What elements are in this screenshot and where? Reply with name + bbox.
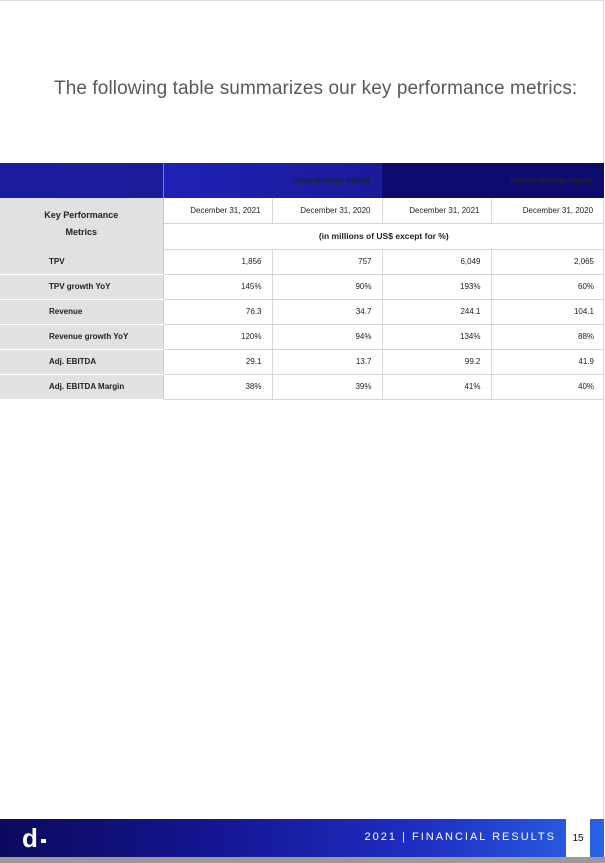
table-row: Adj. EBITDA Margin 38% 39% 41% 40% <box>0 374 605 400</box>
table-row: TPV growth YoY 145% 90% 193% 60% <box>0 274 605 300</box>
value-cell: 13.7 <box>272 349 383 375</box>
header-twelve-months: Twelve months ended <box>382 163 605 198</box>
value-cell: 134% <box>382 324 492 350</box>
table-header-row: Three months ended Twelve months ended <box>0 163 605 198</box>
table-row: TPV 1,856 757 6,049 2,065 <box>0 249 605 275</box>
header-blank-cell <box>0 163 164 198</box>
value-cell: 244.1 <box>382 299 492 325</box>
page-number: 15 <box>566 819 590 857</box>
footer-bar: d 2021 | FINANCIAL RESULTS 15 <box>0 819 604 857</box>
value-cell: 34.7 <box>272 299 383 325</box>
page-border <box>0 0 604 857</box>
value-cell: 29.1 <box>163 349 273 375</box>
company-logo: d <box>22 822 46 854</box>
row-label: TPV <box>0 249 164 275</box>
date-cell: December 31, 2020 <box>491 198 605 224</box>
table-row: Revenue 76.3 34.7 244.1 104.1 <box>0 299 605 325</box>
value-cell: 38% <box>163 374 273 400</box>
footer-title: 2021 | FINANCIAL RESULTS <box>364 831 556 843</box>
value-cell: 6,049 <box>382 249 492 275</box>
intro-text: The following table summarizes our key p… <box>54 78 578 99</box>
value-cell: 39% <box>272 374 383 400</box>
kpm-line-2: Metrics <box>65 226 97 237</box>
value-cell: 145% <box>163 274 273 300</box>
logo-dot-icon <box>40 839 46 843</box>
row-label: Revenue growth YoY <box>0 324 164 350</box>
date-cell: December 31, 2020 <box>272 198 383 224</box>
table-row: Adj. EBITDA 29.1 13.7 99.2 41.9 <box>0 349 605 375</box>
kpi-table: Three months ended Twelve months ended K… <box>0 163 605 400</box>
value-cell: 757 <box>272 249 383 275</box>
value-cell: 1,856 <box>163 249 273 275</box>
header-three-months: Three months ended <box>163 163 382 198</box>
row-label: Adj. EBITDA Margin <box>0 374 164 400</box>
value-cell: 104.1 <box>491 299 605 325</box>
value-cell: 88% <box>491 324 605 350</box>
row-label: Adj. EBITDA <box>0 349 164 375</box>
kpm-line-1: Key Performance <box>44 209 119 220</box>
value-cell: 99.2 <box>382 349 492 375</box>
value-cell: 193% <box>382 274 492 300</box>
date-cell: December 31, 2021 <box>163 198 273 224</box>
value-cell: 41% <box>382 374 492 400</box>
value-cell: 90% <box>272 274 383 300</box>
value-cell: 2,065 <box>491 249 605 275</box>
key-performance-metrics-header: Key Performance Metrics <box>0 198 164 249</box>
date-row: Key Performance Metrics December 31, 202… <box>0 198 605 249</box>
date-cell: December 31, 2021 <box>382 198 492 224</box>
row-label: Revenue <box>0 299 164 325</box>
value-cell: 60% <box>491 274 605 300</box>
row-label: TPV growth YoY <box>0 274 164 300</box>
logo-letter: d <box>22 823 38 853</box>
bottom-strip <box>0 857 605 863</box>
value-cell: 40% <box>491 374 605 400</box>
table-row: Revenue growth YoY 120% 94% 134% 88% <box>0 324 605 350</box>
value-cell: 94% <box>272 324 383 350</box>
value-cell: 120% <box>163 324 273 350</box>
value-cell: 76.3 <box>163 299 273 325</box>
value-cell: 41.9 <box>491 349 605 375</box>
unit-note: (in millions of US$ except for %) <box>163 223 605 250</box>
